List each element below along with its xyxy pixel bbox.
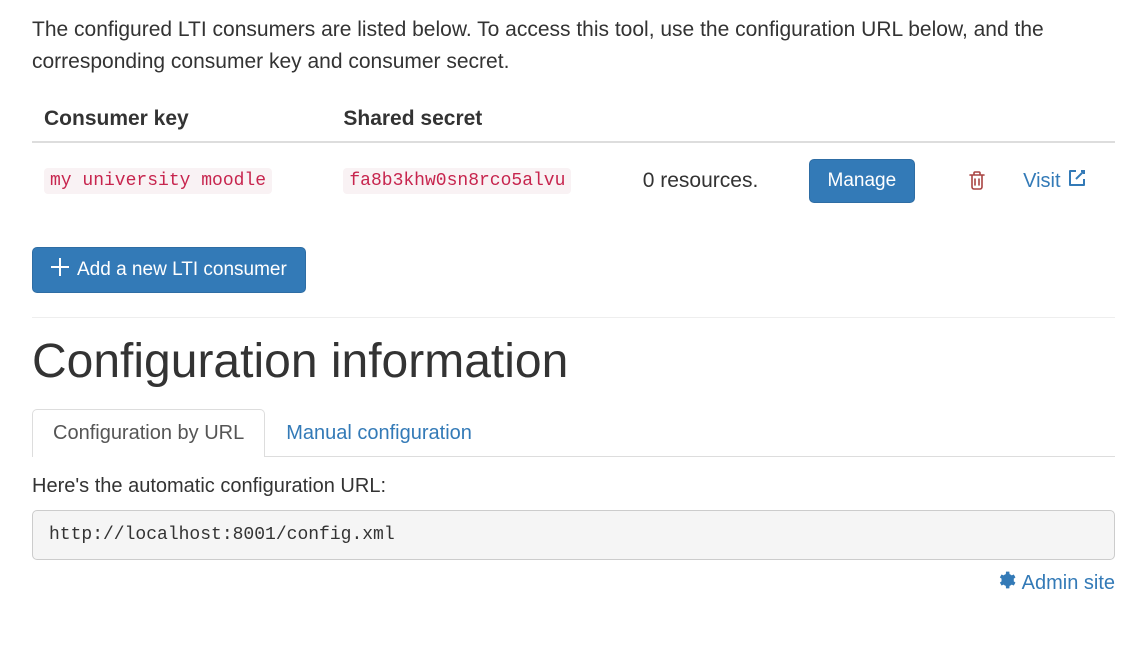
delete-button[interactable] (964, 166, 990, 197)
trash-icon (968, 170, 986, 193)
add-consumer-label: Add a new LTI consumer (77, 259, 287, 281)
resources-count: 0 resources. (643, 169, 759, 192)
gear-icon (996, 570, 1016, 596)
tab-config-manual[interactable]: Manual configuration (265, 409, 493, 457)
config-tabs: Configuration by URL Manual configuratio… (32, 409, 1115, 457)
visit-link[interactable]: Visit (1023, 168, 1086, 194)
col-shared-secret: Shared secret (331, 97, 630, 142)
divider (32, 317, 1115, 318)
config-description: Here's the automatic configuration URL: (32, 475, 1115, 498)
config-url-box: http://localhost:8001/config.xml (32, 510, 1115, 560)
tab-config-url[interactable]: Configuration by URL (32, 409, 265, 457)
visit-label: Visit (1023, 170, 1060, 193)
admin-site-link[interactable]: Admin site (996, 570, 1115, 596)
add-consumer-button[interactable]: Add a new LTI consumer (32, 247, 306, 293)
external-link-icon (1067, 168, 1087, 194)
shared-secret-value: fa8b3khw0sn8rco5alvu (343, 168, 571, 194)
admin-site-label: Admin site (1022, 572, 1115, 595)
section-title: Configuration information (32, 334, 1115, 389)
table-row: my university moodle fa8b3khw0sn8rco5alv… (32, 142, 1115, 219)
intro-text: The configured LTI consumers are listed … (32, 14, 1115, 77)
consumer-key-value: my university moodle (44, 168, 272, 194)
consumers-table: Consumer key Shared secret my university… (32, 97, 1115, 219)
plus-icon (51, 258, 69, 282)
manage-button[interactable]: Manage (809, 159, 916, 203)
col-consumer-key: Consumer key (32, 97, 331, 142)
